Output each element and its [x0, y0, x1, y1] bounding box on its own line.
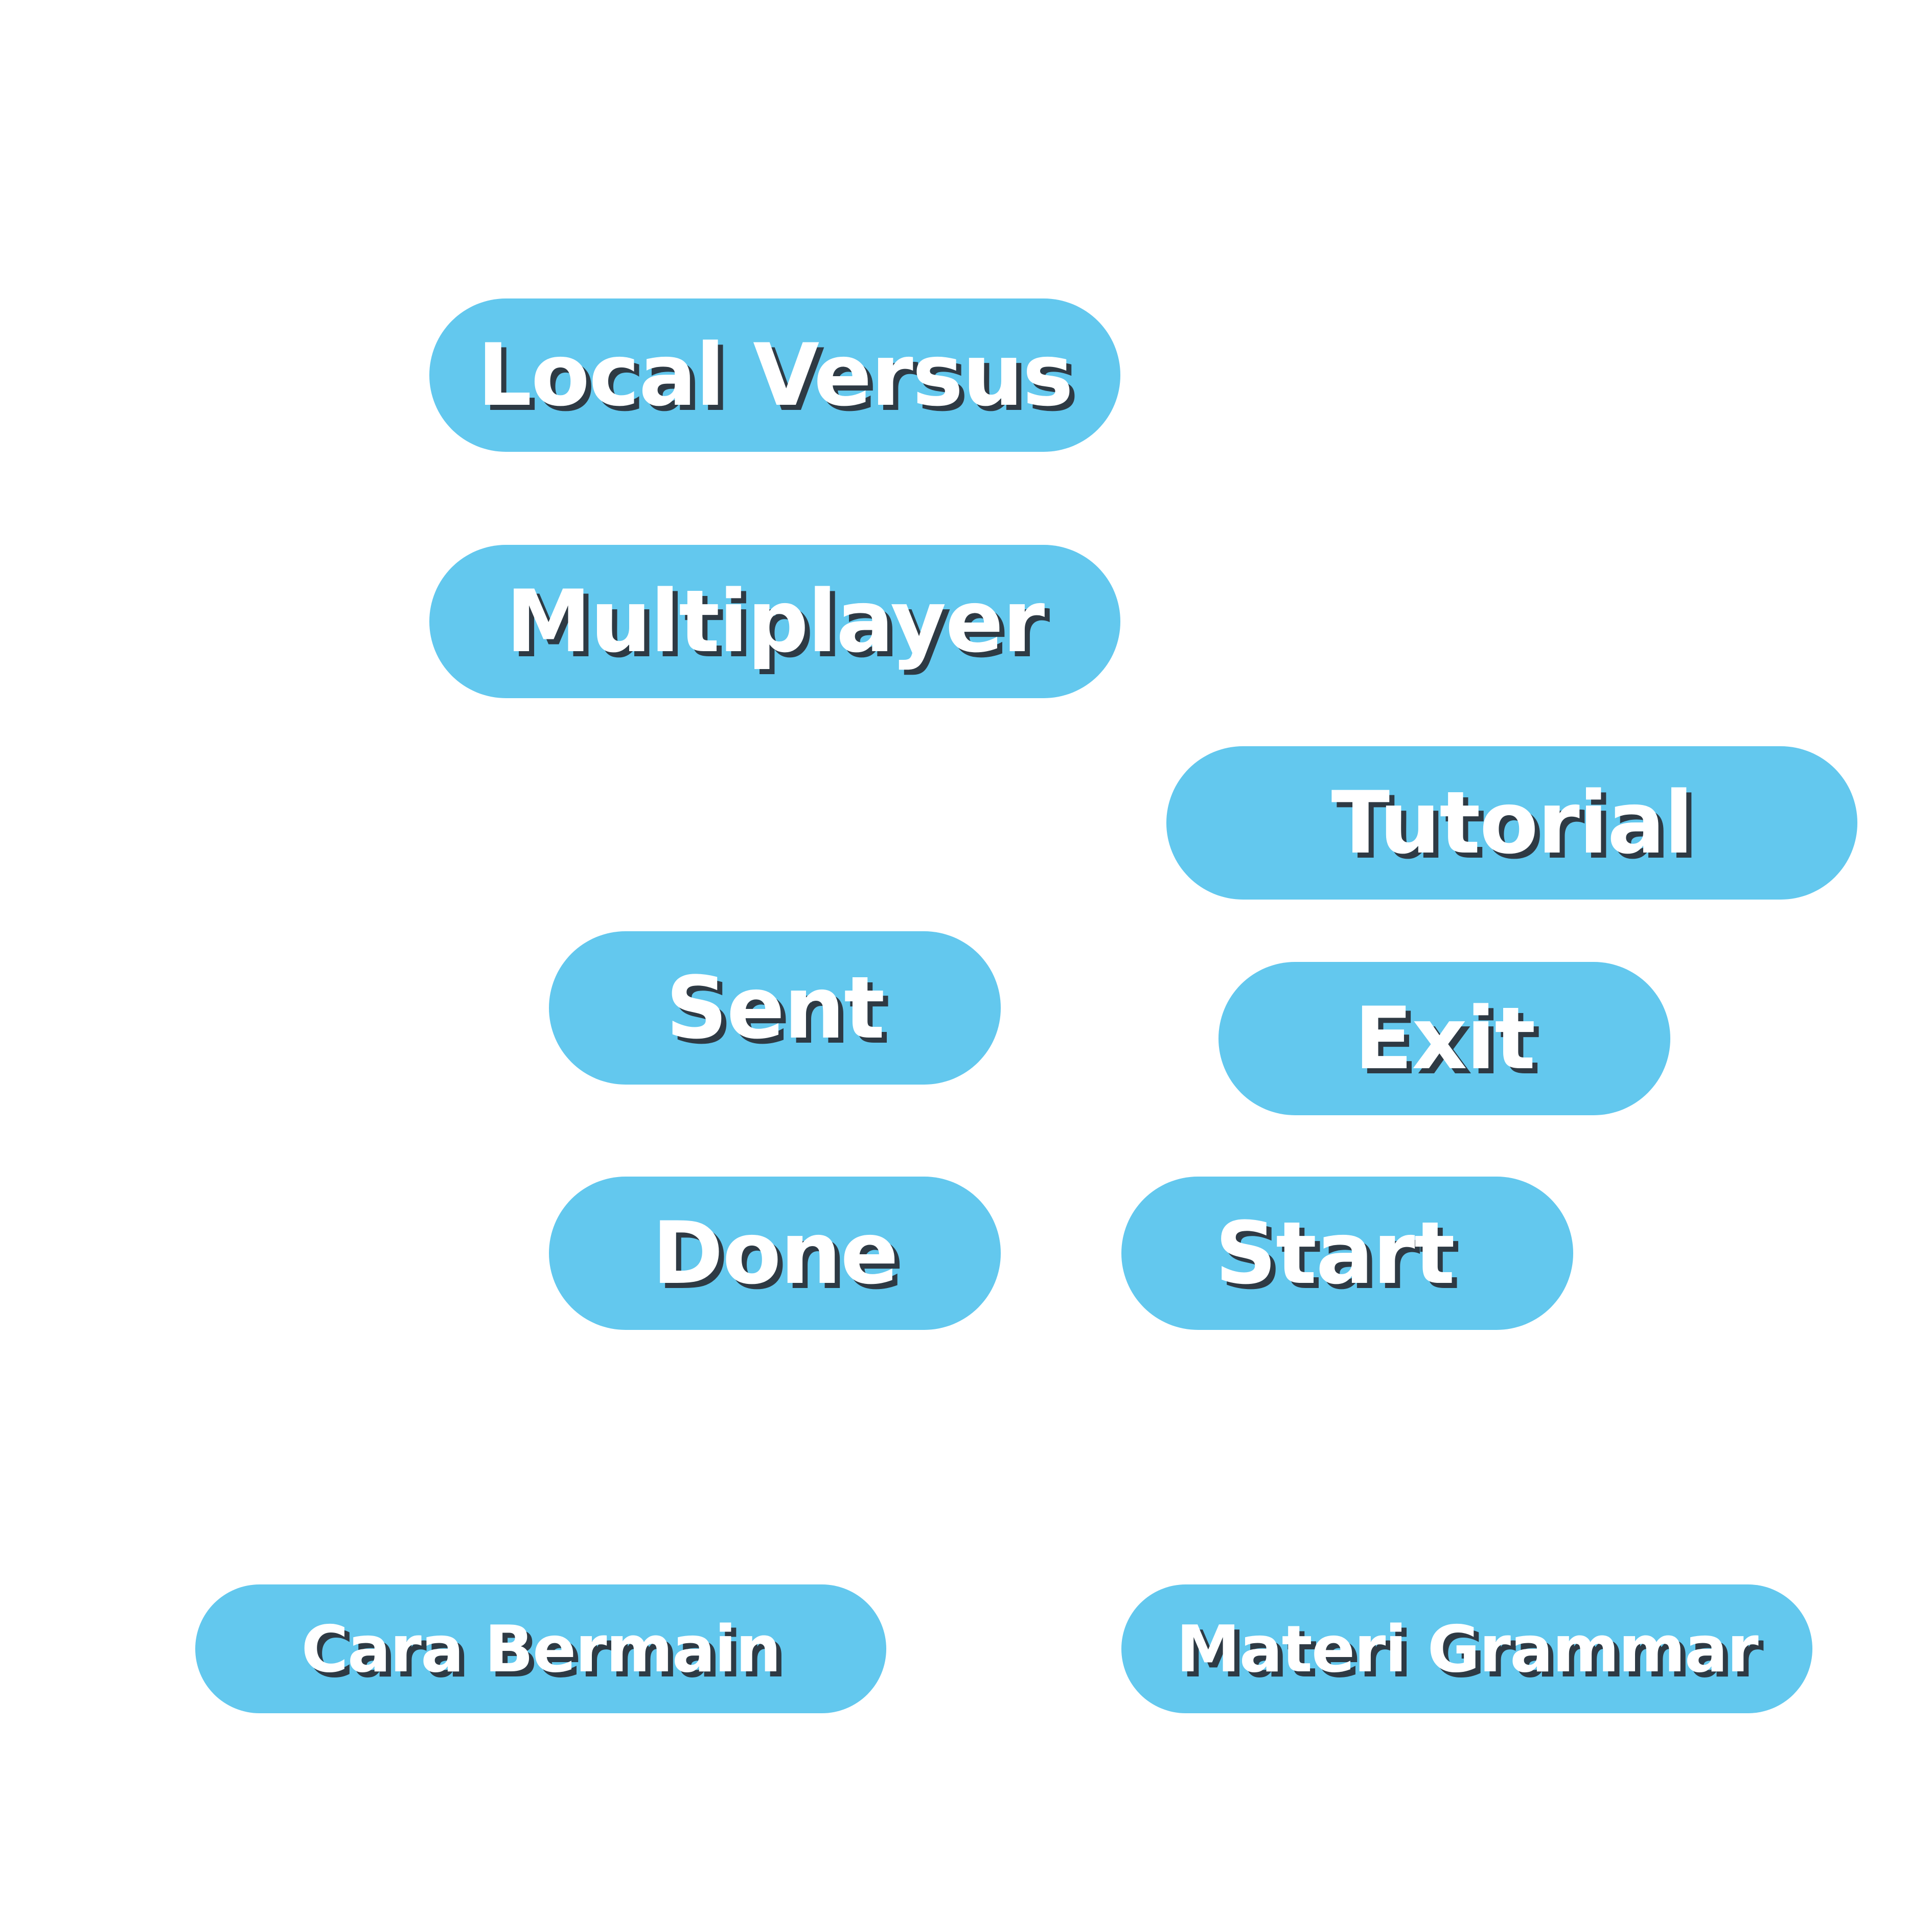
exit-label: Exit [1354, 988, 1535, 1089]
materi-grammar-button[interactable]: Materi Grammar [1121, 1584, 1812, 1713]
multiplayer-label: Multiplayer [505, 571, 1045, 672]
local-versus-label: Local Versus [477, 325, 1074, 425]
sent-button[interactable]: Sent [549, 931, 1001, 1085]
exit-button[interactable]: Exit [1218, 962, 1670, 1115]
button-sheet: Local Versus Multiplayer Tutorial Sent E… [0, 0, 1932, 1932]
done-label: Done [652, 1203, 899, 1303]
cara-bermain-label: Cara Bermain [301, 1611, 781, 1687]
tutorial-button[interactable]: Tutorial [1166, 746, 1857, 900]
multiplayer-button[interactable]: Multiplayer [429, 545, 1120, 698]
sent-label: Sent [665, 958, 885, 1058]
materi-grammar-label: Materi Grammar [1176, 1611, 1759, 1687]
local-versus-button[interactable]: Local Versus [429, 298, 1120, 452]
cara-bermain-button[interactable]: Cara Bermain [195, 1584, 886, 1713]
tutorial-label: Tutorial [1331, 773, 1694, 873]
done-button[interactable]: Done [549, 1177, 1001, 1330]
start-button[interactable]: Start [1121, 1177, 1573, 1330]
start-label: Start [1215, 1203, 1455, 1303]
